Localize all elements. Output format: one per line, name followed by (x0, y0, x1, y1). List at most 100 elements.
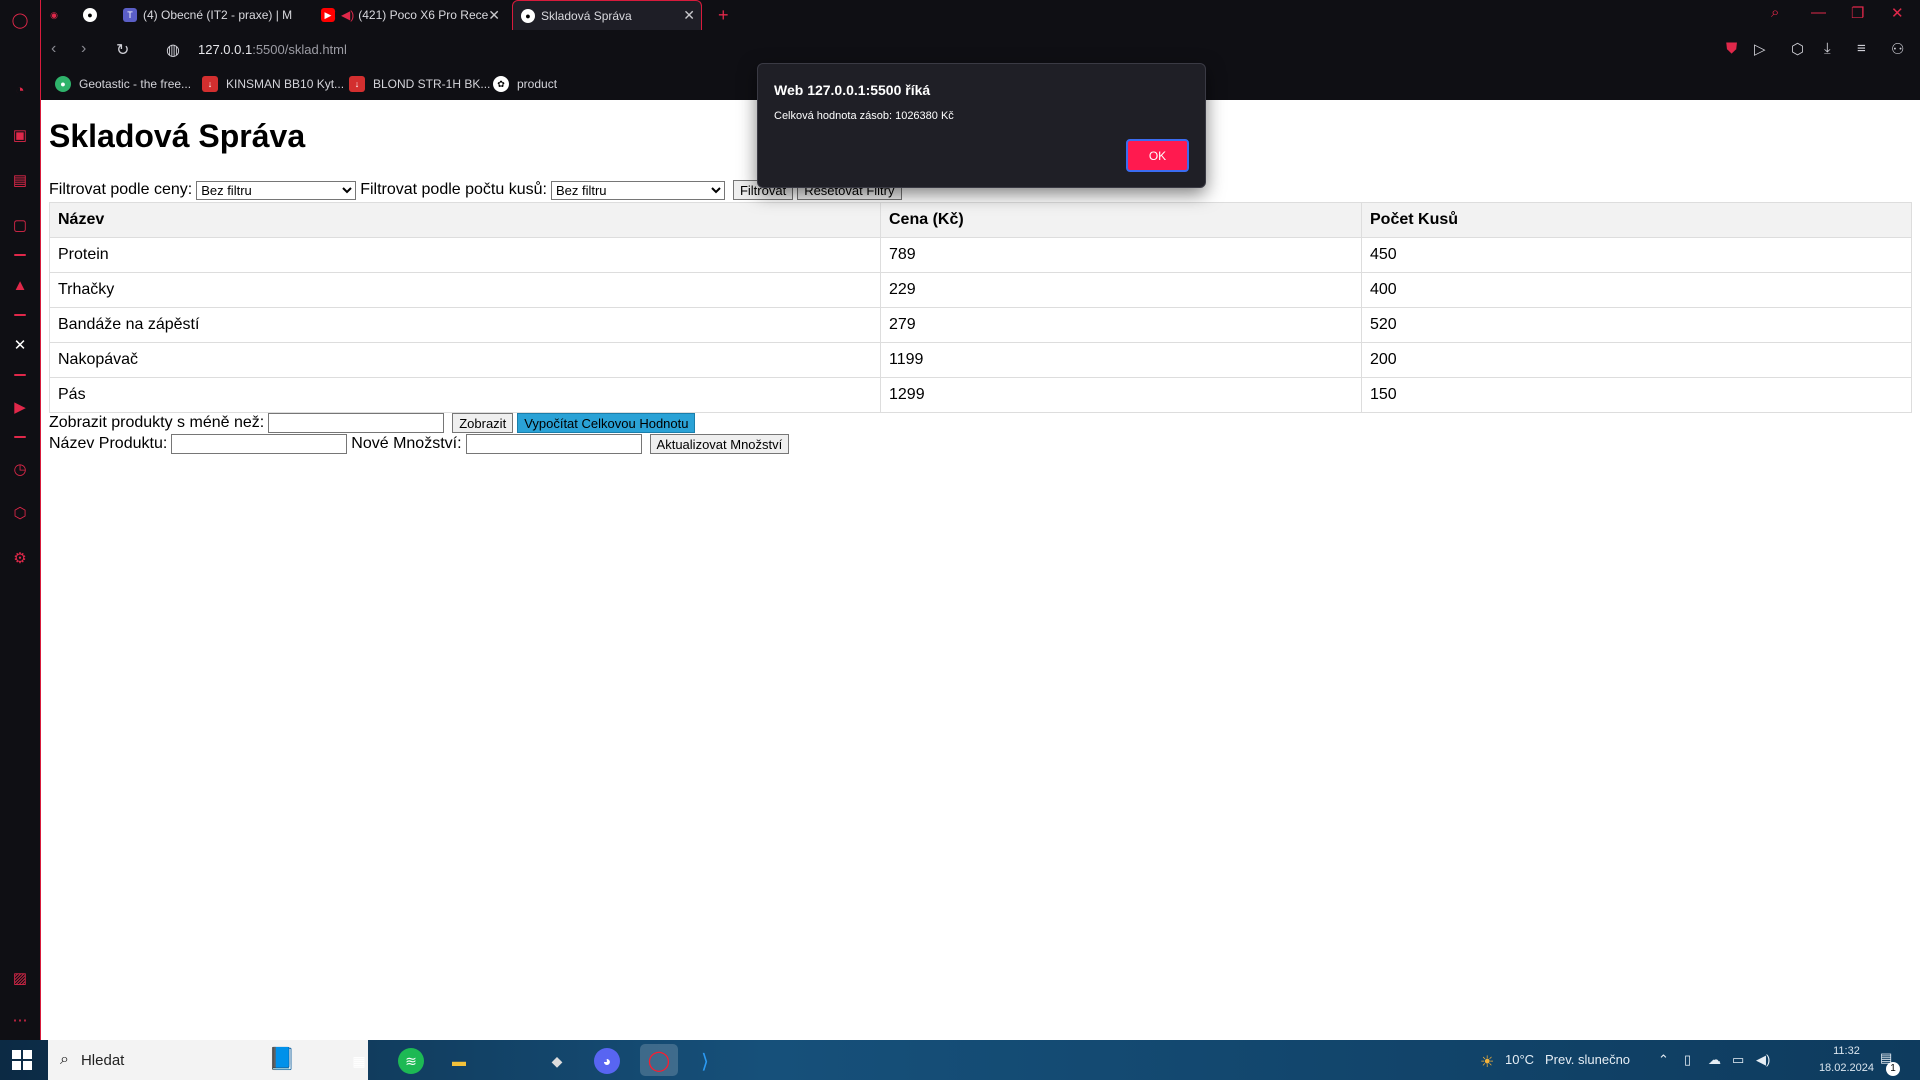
forward-icon[interactable]: › (81, 40, 86, 58)
roblox-icon[interactable]: ◆ (544, 1048, 570, 1074)
column-header-name[interactable]: Název (49, 202, 881, 238)
network-icon[interactable]: ▭ (1732, 1052, 1744, 1068)
cell-qty: 150 (1361, 377, 1912, 413)
url-path: :5500/sklad.html (252, 42, 347, 57)
column-header-price[interactable]: Cena (Kč) (880, 202, 1362, 238)
bookmark-product[interactable]: ✿ product (493, 76, 557, 92)
cell-name: Trhačky (49, 272, 881, 308)
profile-icon[interactable]: ⚇ (1891, 40, 1904, 58)
close-icon[interactable]: ✕ (683, 7, 695, 24)
menu-icon[interactable]: ≡ (1857, 40, 1866, 57)
bookmark-blond[interactable]: ↓ BLOND STR-1H BK... (349, 76, 490, 92)
ok-button[interactable]: OK (1126, 139, 1189, 172)
low-stock-input[interactable] (268, 413, 445, 433)
close-window-icon[interactable]: ✕ (1891, 4, 1904, 22)
qty-filter-select[interactable]: Bez filtru (550, 180, 725, 200)
player-icon[interactable]: ▶ (10, 397, 30, 417)
tab-label: (421) Poco X6 Pro Rece (358, 8, 489, 22)
weather-icon[interactable]: ☀ (1480, 1052, 1494, 1072)
dialog-message: Celková hodnota zásob: 1026380 Kč (774, 110, 954, 122)
windows-start-icon[interactable] (12, 1050, 32, 1070)
bookmark-label: Geotastic - the free... (79, 77, 192, 91)
more-icon[interactable]: ⋯ (10, 1010, 30, 1030)
search-highlight-icon: 📘 (268, 1046, 296, 1071)
bookmark-kinsman[interactable]: ↓ KINSMAN BB10 Kyt... (202, 76, 344, 92)
vscode-icon[interactable]: ⟩ (692, 1048, 718, 1074)
tab-teams[interactable]: T (4) Obecné (IT2 - praxe) | M ✕ (123, 0, 343, 30)
globe-icon: ● (83, 8, 97, 22)
cell-price: 1199 (880, 342, 1362, 378)
audio-icon[interactable]: ◀) (341, 8, 354, 22)
opera-taskbar-icon[interactable]: ◯ (640, 1044, 678, 1076)
tray-chevron-icon[interactable]: ⌃ (1658, 1052, 1669, 1068)
sidebar-separator (14, 436, 26, 438)
send-icon[interactable]: ▷ (1754, 40, 1766, 58)
opera-sidebar: ◯ ◔ ▣ ▤ ▢ ▲ ✕ ▶ ◷ ⬡ ⚙ ▨ ⋯ (0, 0, 41, 1040)
minimize-icon[interactable]: — (1811, 4, 1826, 21)
notification-count-badge: 1 (1886, 1062, 1900, 1076)
cube-icon[interactable]: ⬡ (1791, 40, 1804, 58)
calculate-total-button[interactable]: Vypočítat Celkovou Hodnotu (517, 413, 696, 433)
opera-logo-icon[interactable]: ◯ (10, 10, 30, 30)
cell-price: 279 (880, 307, 1362, 343)
adblock-icon[interactable]: ⛊ (1726, 40, 1737, 57)
update-qty-button[interactable]: Aktualizovat Množství (649, 434, 790, 454)
show-button[interactable]: Zobrazit (452, 413, 514, 433)
table-row: Trhačky 229 400 (49, 272, 1912, 308)
spotify-icon[interactable]: ≋ (398, 1048, 424, 1074)
taskbar-search[interactable]: ⌕ Hledat 📘 (48, 1040, 368, 1080)
close-icon[interactable]: ✕ (488, 7, 500, 24)
task-view-icon[interactable]: ▦ (346, 1048, 372, 1074)
system-clock[interactable]: 11:32 18.02.2024 (1819, 1043, 1874, 1077)
discord-icon[interactable]: ◕ (594, 1048, 620, 1074)
search-tabs-icon[interactable]: ⌕ (1771, 4, 1779, 21)
youtube-icon: ▶ (321, 8, 335, 22)
price-filter-select[interactable]: Bez filtru (196, 180, 357, 200)
cell-price: 229 (880, 272, 1362, 308)
gamepad-icon: ◉ (50, 9, 58, 20)
reload-icon[interactable]: ↻ (116, 40, 129, 60)
tab-gaming[interactable]: ◉ (47, 0, 71, 30)
tab-pinned[interactable]: ● (83, 0, 107, 30)
gallery-icon[interactable]: ▨ (10, 968, 30, 988)
restore-icon[interactable]: ❐ (1851, 4, 1864, 22)
tab-bar: ◉ ● T (4) Obecné (IT2 - praxe) | M ✕ ▶ ◀… (41, 0, 1920, 30)
cell-qty: 520 (1361, 307, 1912, 343)
new-qty-input[interactable] (465, 434, 642, 454)
app-icon[interactable]: ▢ (10, 215, 30, 235)
back-icon[interactable]: ‹ (51, 40, 56, 58)
column-header-qty[interactable]: Počet Kusů (1361, 202, 1912, 238)
qty-filter-label: Filtrovat podle počtu kusů: (360, 181, 547, 198)
tab-youtube[interactable]: ▶ ◀) (421) Poco X6 Pro Rece ✕ (321, 0, 506, 30)
page-content: Skladová Správa Filtrovat podle ceny: Be… (41, 100, 1920, 1040)
product-icon: ✿ (493, 76, 509, 92)
tab-sklad[interactable]: ● Skladová Správa ✕ (512, 0, 702, 30)
settings-icon[interactable]: ⚙ (10, 548, 30, 568)
tray-app-icon[interactable]: ▯ (1684, 1052, 1691, 1068)
url-host: 127.0.0.1 (198, 42, 253, 57)
bookmark-label: product (517, 77, 558, 91)
sidebar-separator (14, 314, 26, 316)
x-twitter-icon[interactable]: ✕ (10, 335, 30, 355)
history-icon[interactable]: ◷ (10, 459, 30, 479)
search-icon: ⌕ (60, 1051, 69, 1068)
onedrive-icon[interactable]: ☁ (1708, 1052, 1721, 1068)
price-filter-label: Filtrovat podle ceny: (49, 181, 193, 198)
cell-name: Pás (49, 377, 881, 413)
site-info-icon[interactable]: ◍ (166, 40, 180, 60)
bookmark-geotastic[interactable]: ● Geotastic - the free... (55, 76, 191, 92)
new-tab-button[interactable]: + (718, 0, 738, 30)
tab-label: Skladová Správa (541, 8, 632, 23)
file-explorer-icon[interactable]: ▬ (446, 1048, 472, 1074)
extensions-icon[interactable]: ⬡ (10, 503, 30, 523)
url-field[interactable]: 127.0.0.1:5500/sklad.html (198, 42, 347, 57)
aria-icon[interactable]: ▲ (10, 275, 30, 295)
speed-dial-icon[interactable]: ◔ (10, 80, 30, 100)
download-icon[interactable]: ⤓ (1824, 40, 1831, 57)
product-name-input[interactable] (171, 434, 348, 454)
taskbar: ⌕ Hledat 📘 ▦ ≋ ▬ ◆ ◕ ◯ ⟩ ☀ 10°C Prev. sl… (0, 1040, 1920, 1080)
twitch-icon[interactable]: ▤ (10, 170, 30, 190)
weather-temp: 10°C (1505, 1052, 1535, 1067)
speaker-icon[interactable]: ◀) (1756, 1052, 1770, 1068)
shopping-icon[interactable]: ▣ (10, 125, 30, 145)
